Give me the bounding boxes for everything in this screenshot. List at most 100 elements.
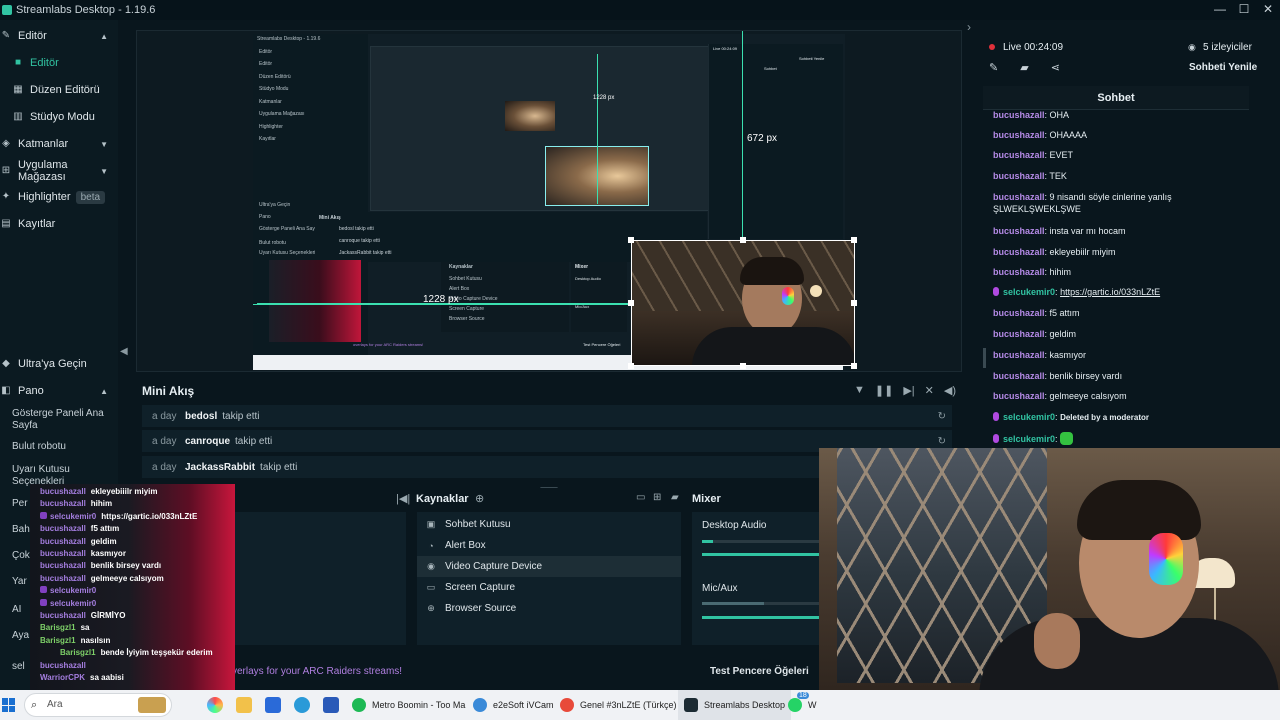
repeat-alert-icon[interactable]: ↻ (938, 436, 946, 447)
copilot-icon[interactable] (207, 697, 223, 713)
nested-measure: 1228 px (593, 95, 615, 101)
resize-handle[interactable] (851, 363, 857, 369)
chat-username[interactable]: bucushazall (993, 110, 1045, 120)
chat-username[interactable]: bucushazall (993, 329, 1045, 339)
volume-slider[interactable] (702, 553, 822, 556)
resize-handle[interactable] (628, 237, 634, 243)
refresh-chat-button[interactable]: Sohbeti Yenile (1189, 62, 1257, 73)
chat-username[interactable]: bucushazall (993, 247, 1045, 257)
sidebar-item-app-store[interactable]: ⊞ Uygulama Mağazası ▼ (0, 159, 118, 183)
chevron-right-icon[interactable]: › (967, 20, 971, 34)
volume-icon[interactable]: ◀) (944, 384, 956, 397)
taskbar-app-active[interactable]: Streamlabs Desktop (678, 690, 792, 720)
chat-username[interactable]: selcukemir0 (1003, 412, 1055, 422)
chat-username[interactable]: bucushazall (993, 350, 1045, 360)
chat-username[interactable]: bucushazall (993, 371, 1045, 381)
overlay-chat-text: bende İyiyim teşşekür ederim (100, 648, 213, 658)
edge-icon[interactable] (294, 697, 310, 713)
chat-username[interactable]: bucushazall (993, 391, 1045, 401)
sidebar-sub-cloudbot[interactable]: Bulut robotu (12, 441, 112, 453)
resize-handle[interactable] (628, 363, 634, 369)
dashboard-icon: ◧ (1, 385, 11, 396)
collapse-left-icon[interactable]: ◀ (120, 346, 128, 357)
taskbar-app[interactable]: Genel #3nLZtE (Türkçe) (560, 690, 677, 720)
chat-username[interactable]: bucushazall (993, 267, 1045, 277)
sidebar-item-studio-mode[interactable]: ▥ Stüdyo Modu (0, 105, 118, 129)
chat-message: bucushazall: geldim (993, 328, 1243, 340)
editor-preview[interactable]: Streamlabs Desktop - 1.19.6 Editör Editö… (136, 30, 962, 372)
sidebar-section-editor[interactable]: ✎ Editör ▲ (0, 24, 118, 48)
sidebar-item-dashboard[interactable]: ◧ Pano ▲ (0, 379, 118, 403)
sidebar-item-editor[interactable]: ■ Editör (0, 51, 118, 75)
nested-webcam-thumb (505, 101, 555, 131)
sidebar-item-layout-editor[interactable]: ▦ Düzen Editörü (0, 78, 118, 102)
chat-message: bucushazall: gelmeeye calsıyom (993, 390, 1243, 402)
overlay-chat-line: bucushazall GİRMİYO (40, 611, 125, 620)
chat-link[interactable]: https://gartic.io/033nLZtE (1060, 287, 1160, 297)
camera-icon[interactable]: ▰ (1020, 61, 1028, 74)
mixer-channel-name: Mic/Aux (702, 583, 738, 594)
add-source-icon[interactable]: ⊕ (475, 492, 484, 505)
minimize-button[interactable]: — (1208, 0, 1232, 20)
sidebar-item-layers[interactable]: ◈ Katmanlar ▼ (0, 132, 118, 156)
source-item-selected[interactable]: ◉ Video Capture Device (417, 556, 681, 577)
overlay-chat-user: bucushazall (40, 660, 86, 670)
overlay-promo-link[interactable]: verlays for your ARC Raiders streams! (232, 666, 402, 677)
edit-icon[interactable]: ✎ (989, 61, 998, 74)
maximize-button[interactable]: ☐ (1232, 0, 1256, 20)
taskbar-app[interactable]: Metro Boomin - Too Ma (352, 690, 465, 720)
file-explorer-icon[interactable] (236, 697, 252, 713)
repeat-alert-icon[interactable]: ↻ (938, 411, 946, 422)
overlay-chat-text: ekleyebiiilr miyim (90, 487, 158, 496)
outlook-icon[interactable] (323, 697, 339, 713)
store-icon[interactable] (265, 697, 281, 713)
filter-icon[interactable]: ▼ (854, 384, 865, 397)
taskbar-app[interactable]: e2eSoft iVCam (473, 690, 554, 720)
scrollbar[interactable] (983, 348, 986, 368)
overlay-chat-user: selcukemir0 (50, 598, 97, 608)
collapse-sources-icon[interactable]: |◀| (396, 492, 410, 505)
resize-handle[interactable] (740, 237, 746, 243)
streamlabs-icon (684, 698, 698, 712)
windows-start-icon[interactable] (2, 698, 16, 712)
sidebar-item-records[interactable]: ▤ Kayıtlar (0, 212, 118, 236)
volume-slider[interactable] (702, 616, 822, 619)
add-folder-icon[interactable]: ⊞ (653, 492, 661, 503)
chat-username[interactable]: selcukemir0 (1003, 287, 1055, 297)
monitor-icon: ▭ (426, 582, 436, 592)
sidebar-item-highlighter[interactable]: ✦ Highlighter beta (0, 185, 118, 209)
chat-username[interactable]: bucushazall (993, 130, 1045, 140)
chat-username[interactable]: bucushazall (993, 226, 1045, 236)
test-widgets-button[interactable]: Test Pencere Öğeleri (710, 666, 809, 677)
sidebar-sub-dashboard-home[interactable]: Gösterge Paneli Ana Sayfa (12, 408, 112, 432)
chat-username[interactable]: bucushazall (993, 150, 1045, 160)
overlay-chat-user: bucushazall (40, 549, 86, 558)
widget-icon[interactable] (138, 697, 166, 713)
resize-handle[interactable] (628, 300, 634, 306)
layers-icon: ◈ (2, 138, 10, 149)
resize-handle[interactable] (851, 237, 857, 243)
pause-icon[interactable]: ❚❚ (875, 384, 893, 397)
live-timer: Live 00:24:09 (1003, 42, 1064, 53)
overlay-chat-text: nasılsın (80, 635, 111, 645)
folder-icon[interactable]: ▭ (636, 492, 645, 503)
badge-icon (40, 511, 47, 519)
source-item[interactable]: ◔ Alert Box (417, 535, 681, 556)
mute-icon[interactable]: ✕ (925, 384, 934, 397)
source-item[interactable]: ▭ Screen Capture (417, 577, 681, 598)
source-item[interactable]: ⊕ Browser Source (417, 598, 681, 619)
source-folder-icon[interactable]: ▰ (671, 492, 679, 503)
sidebar-item-ultra[interactable]: ◆ Ultra'ya Geçin (0, 352, 118, 376)
webcam-source[interactable] (631, 240, 855, 366)
close-button[interactable]: ✕ (1256, 0, 1280, 20)
chat-username[interactable]: selcukemir0 (1003, 434, 1055, 444)
chat-text: Deleted by a moderator (1060, 413, 1149, 422)
share-icon[interactable]: ⋖ (1051, 61, 1060, 74)
skip-icon[interactable]: ▶| (903, 384, 914, 397)
chat-username[interactable]: bucushazall (993, 171, 1045, 181)
chat-username[interactable]: bucushazall (993, 308, 1045, 318)
resize-handle[interactable] (740, 363, 746, 369)
chat-username[interactable]: bucushazall (993, 192, 1045, 202)
resize-handle[interactable] (851, 300, 857, 306)
source-item[interactable]: ▣ Sohbet Kutusu (417, 514, 681, 535)
